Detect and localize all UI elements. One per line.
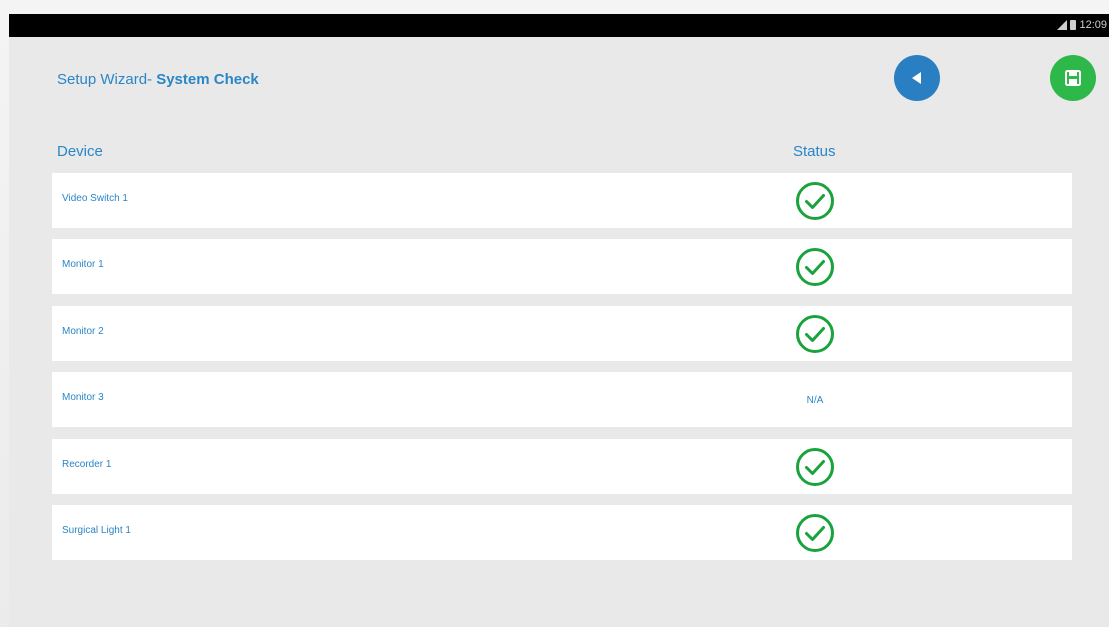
battery-icon	[1070, 20, 1077, 30]
device-name: Monitor 2	[62, 326, 104, 337]
status-ok-icon	[794, 246, 836, 288]
save-button[interactable]	[1050, 55, 1096, 101]
table-row: Surgical Light 1	[52, 505, 1072, 560]
table-row: Recorder 1	[52, 439, 1072, 494]
device-name: Monitor 3	[62, 392, 104, 403]
back-arrow-icon	[912, 72, 921, 84]
device-name: Recorder 1	[62, 459, 112, 470]
save-icon	[1065, 70, 1081, 86]
status-ok-icon	[794, 180, 836, 222]
column-header-status: Status	[793, 143, 836, 160]
status-ok-icon	[794, 512, 836, 554]
title-emphasis: System Check	[152, 71, 259, 88]
status-indicators: 12:09	[1057, 19, 1107, 31]
table-row: Monitor 1	[52, 239, 1072, 294]
table-row: Monitor 3 N/A	[52, 372, 1072, 427]
system-status-bar: 12:09	[9, 14, 1109, 37]
table-row: Video Switch 1	[52, 173, 1072, 228]
device-name: Surgical Light 1	[62, 525, 131, 536]
device-name: Monitor 1	[62, 259, 104, 270]
table-row: Monitor 2	[52, 306, 1072, 361]
clock-time: 12:09	[1079, 19, 1107, 31]
status-na-text: N/A	[806, 394, 824, 406]
status-ok-icon	[794, 313, 836, 355]
back-button[interactable]	[894, 55, 940, 101]
status-na: N/A	[794, 379, 836, 421]
page-title: Setup Wizard- System Check	[57, 71, 259, 88]
tablet-screen: 12:09 Setup Wizard- System Check Device …	[9, 14, 1109, 627]
status-ok-icon	[794, 446, 836, 488]
title-prefix: Setup Wizard-	[57, 71, 153, 88]
signal-icon	[1057, 20, 1068, 30]
device-name: Video Switch 1	[62, 193, 128, 204]
column-header-device: Device	[57, 143, 103, 160]
